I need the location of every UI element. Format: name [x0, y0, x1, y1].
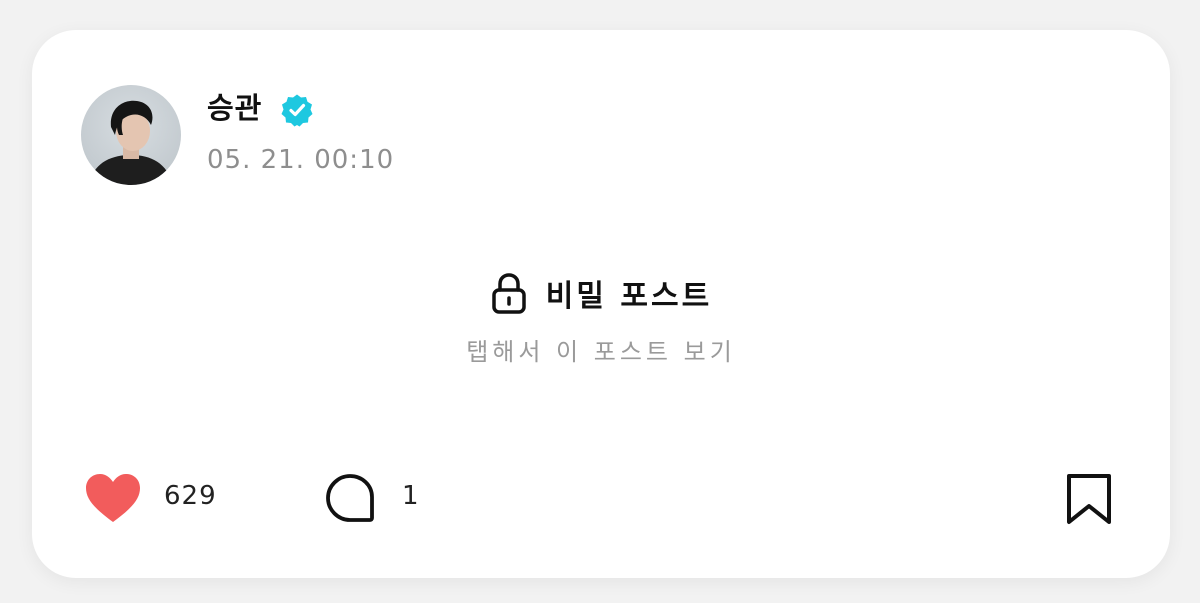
- like-count: 629: [164, 481, 217, 511]
- author-avatar[interactable]: [81, 85, 181, 185]
- secret-post-title: 비밀 포스트: [545, 279, 713, 314]
- heart-icon[interactable]: [84, 472, 142, 524]
- post-card[interactable]: 승관 05. 21. 00:10 비밀 포스트 탭해서 이 포스트 보기 629…: [32, 30, 1170, 578]
- comment-count: 1: [402, 481, 419, 511]
- verified-badge-icon: [281, 94, 313, 127]
- author-name[interactable]: 승관: [207, 90, 262, 126]
- post-timestamp: 05. 21. 00:10: [207, 145, 395, 175]
- bookmark-icon[interactable]: [1064, 472, 1114, 526]
- speech-bubble-icon[interactable]: [324, 472, 376, 524]
- avatar-image: [89, 100, 173, 185]
- lock-icon: [492, 273, 526, 314]
- tap-to-view-hint[interactable]: 탭해서 이 포스트 보기: [32, 334, 1170, 370]
- secret-post-notice[interactable]: 비밀 포스트: [32, 270, 1170, 316]
